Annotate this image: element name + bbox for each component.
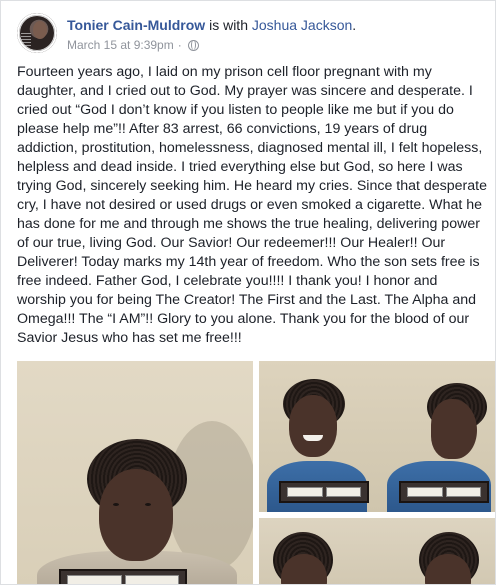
photo-placard (59, 569, 187, 584)
photo-head-side (431, 399, 477, 459)
photo-grid (17, 361, 495, 584)
post-meta: March 15 at 9:39pm · (67, 37, 199, 53)
photo-placard-side (399, 481, 489, 503)
author-name-link[interactable]: Tonier Cain-Muldrow (67, 17, 205, 33)
placard-fields-front (287, 487, 361, 497)
post-body: Fourteen years ago, I laid on my prison … (17, 64, 487, 346)
post-card: Tonier Cain-Muldrow is with Joshua Jacks… (0, 0, 496, 585)
avatar-ring (17, 13, 57, 53)
photo-head (99, 469, 173, 561)
end-punct: . (352, 17, 357, 33)
photo-eye-right (145, 503, 151, 506)
author-line: Tonier Cain-Muldrow is with Joshua Jacks… (67, 16, 356, 34)
photo-eye-left (113, 503, 119, 506)
with-text: is with (209, 17, 248, 33)
placard-fields-side (407, 487, 481, 497)
tagged-user-link[interactable]: Joshua Jackson (252, 17, 352, 33)
photo-head-front (289, 395, 337, 457)
photo-mugshot-front-large[interactable] (17, 361, 253, 584)
photo-mugshot-partial[interactable] (259, 518, 495, 584)
meta-separator: · (177, 38, 182, 52)
post-header: Tonier Cain-Muldrow is with Joshua Jacks… (17, 13, 487, 57)
post-timestamp[interactable]: March 15 at 9:39pm (67, 37, 174, 53)
globe-icon[interactable] (187, 39, 199, 51)
photo-placard-front (279, 481, 369, 503)
author-avatar[interactable] (17, 13, 57, 53)
photo-smile-front (303, 435, 323, 441)
photo-mugshot-front-side-pair[interactable] (259, 361, 495, 512)
placard-fields (67, 575, 179, 584)
